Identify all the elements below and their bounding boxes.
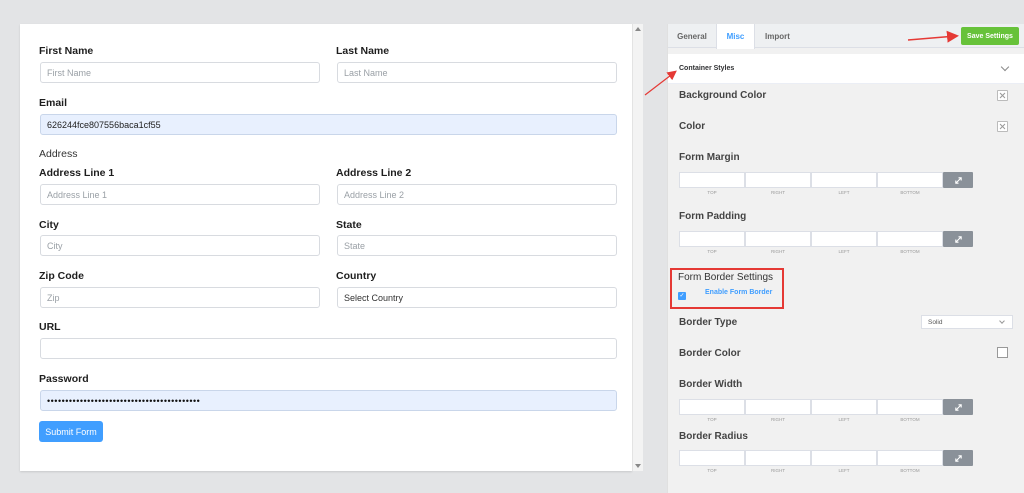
padding-right-input[interactable] [745, 231, 811, 247]
link-values-button[interactable] [943, 231, 973, 247]
address-line-1-label: Address Line 1 [39, 167, 115, 179]
border-width-top-input[interactable] [679, 399, 745, 415]
email-input[interactable]: 626244fce807556baca1cf55 [40, 114, 617, 135]
caption-bottom: BOTTOM [900, 417, 920, 422]
submit-form-button[interactable]: Submit Form [39, 421, 103, 442]
url-input[interactable] [40, 338, 617, 359]
city-input[interactable]: City [40, 235, 320, 256]
caption-bottom: BOTTOM [900, 190, 920, 195]
caption-top: TOP [707, 249, 717, 254]
background-color-label: Background Color [679, 90, 767, 101]
form-scrollbar[interactable] [632, 24, 643, 471]
link-values-button[interactable] [943, 172, 973, 188]
last-name-input[interactable]: Last Name [337, 62, 617, 83]
border-type-select[interactable]: Solid [921, 315, 1013, 329]
state-label: State [336, 219, 362, 231]
zip-label: Zip Code [39, 270, 84, 282]
password-label: Password [39, 373, 89, 385]
link-icon [954, 176, 962, 184]
border-width-inputs: TOP RIGHT LEFT BOTTOM [679, 399, 975, 422]
email-label: Email [39, 97, 68, 109]
enable-border-checkbox[interactable]: ✓ [678, 292, 686, 300]
caption-bottom: BOTTOM [900, 468, 920, 473]
password-input[interactable]: ••••••••••••••••••••••••••••••••••••••••… [40, 390, 617, 411]
container-styles-title: Container Styles [679, 65, 735, 72]
caption-right: RIGHT [771, 249, 785, 254]
form-padding-inputs: TOP RIGHT LEFT BOTTOM [679, 231, 975, 254]
city-label: City [39, 219, 59, 231]
border-radius-bottom-input[interactable] [877, 450, 943, 466]
margin-right-input[interactable] [745, 172, 811, 188]
address-line-2-label: Address Line 2 [336, 167, 412, 179]
border-radius-label: Border Radius [679, 431, 748, 442]
form-margin-label: Form Margin [679, 152, 740, 163]
chevron-down-icon [999, 318, 1005, 324]
scroll-down-icon[interactable] [635, 464, 641, 468]
caption-left: LEFT [838, 468, 850, 473]
border-width-left-input[interactable] [811, 399, 877, 415]
settings-tabs: General Misc Import Save Settings [668, 24, 1024, 49]
border-width-label: Border Width [679, 379, 743, 390]
scroll-up-icon[interactable] [635, 27, 641, 31]
link-values-button[interactable] [943, 450, 973, 466]
border-type-label: Border Type [679, 317, 738, 328]
first-name-label: First Name [39, 45, 94, 57]
background-color-picker[interactable] [997, 90, 1008, 101]
chevron-down-icon [1000, 62, 1010, 72]
border-width-bottom-input[interactable] [877, 399, 943, 415]
country-select[interactable]: Select Country [337, 287, 617, 308]
address-section-label: Address [39, 148, 78, 160]
border-color-label: Border Color [679, 348, 741, 359]
tab-import[interactable]: Import [755, 24, 800, 48]
link-icon [954, 235, 962, 243]
caption-left: LEFT [838, 249, 850, 254]
caption-right: RIGHT [771, 468, 785, 473]
last-name-label: Last Name [336, 45, 390, 57]
border-radius-left-input[interactable] [811, 450, 877, 466]
caption-bottom: BOTTOM [900, 249, 920, 254]
url-label: URL [39, 321, 61, 333]
first-name-input[interactable]: First Name [40, 62, 320, 83]
caption-left: LEFT [838, 190, 850, 195]
color-picker[interactable] [997, 121, 1008, 132]
padding-left-input[interactable] [811, 231, 877, 247]
caption-right: RIGHT [771, 417, 785, 422]
form-border-settings-title: Form Border Settings [678, 272, 774, 283]
border-width-right-input[interactable] [745, 399, 811, 415]
link-values-button[interactable] [943, 399, 973, 415]
country-label: Country [336, 270, 377, 282]
margin-bottom-input[interactable] [877, 172, 943, 188]
link-icon [954, 403, 962, 411]
padding-bottom-input[interactable] [877, 231, 943, 247]
link-icon [954, 454, 962, 462]
address-line-1-input[interactable]: Address Line 1 [40, 184, 320, 205]
settings-panel: General Misc Import Save Settings Contai… [667, 24, 1024, 493]
tab-misc[interactable]: Misc [716, 24, 755, 49]
caption-top: TOP [707, 190, 717, 195]
color-label: Color [679, 121, 706, 132]
enable-border-label[interactable]: Enable Form Border [705, 289, 772, 296]
save-settings-button[interactable]: Save Settings [961, 27, 1019, 45]
address-line-2-input[interactable]: Address Line 2 [337, 184, 617, 205]
border-radius-inputs: TOP RIGHT LEFT BOTTOM [679, 450, 975, 473]
form-padding-label: Form Padding [679, 211, 747, 222]
border-type-value: Solid [928, 318, 943, 326]
caption-top: TOP [707, 417, 717, 422]
border-radius-top-input[interactable] [679, 450, 745, 466]
caption-top: TOP [707, 468, 717, 473]
border-radius-right-input[interactable] [745, 450, 811, 466]
tab-general[interactable]: General [668, 24, 716, 48]
form-margin-inputs: TOP RIGHT LEFT BOTTOM [679, 172, 975, 195]
container-styles-header[interactable]: Container Styles [668, 54, 1024, 84]
padding-top-input[interactable] [679, 231, 745, 247]
caption-left: LEFT [838, 417, 850, 422]
border-color-swatch[interactable] [997, 347, 1008, 358]
margin-top-input[interactable] [679, 172, 745, 188]
margin-left-input[interactable] [811, 172, 877, 188]
state-input[interactable]: State [337, 235, 617, 256]
zip-input[interactable]: Zip [40, 287, 320, 308]
caption-right: RIGHT [771, 190, 785, 195]
